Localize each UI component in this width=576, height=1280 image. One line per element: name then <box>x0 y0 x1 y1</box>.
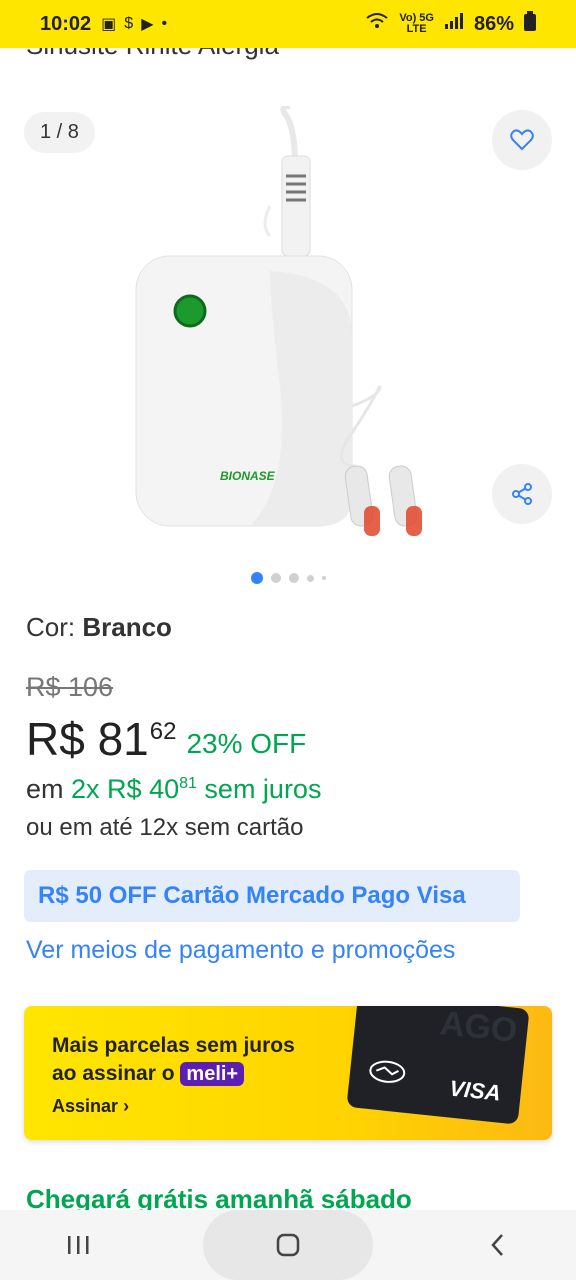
share-button[interactable] <box>492 464 552 524</box>
back-icon <box>491 1234 504 1256</box>
meli-plus-text: Mais parcelas sem juros ao assinar o mel… <box>52 1034 295 1086</box>
color-selector: Cor: Branco <box>26 612 172 643</box>
chevron-right-icon: › <box>123 1096 130 1116</box>
current-price: R$ 81 62 23% OFF <box>26 712 306 766</box>
installments: em 2x R$ 4081 sem juros <box>26 774 322 804</box>
system-nav-bar <box>0 1210 576 1280</box>
pagination-dot[interactable] <box>288 573 299 583</box>
share-icon <box>512 483 532 505</box>
original-price: R$ 106 <box>26 672 114 702</box>
recent-apps-icon <box>67 1236 89 1254</box>
recent-apps-button[interactable] <box>48 1215 108 1275</box>
product-image[interactable]: BIONASE <box>120 106 460 546</box>
heart-icon <box>510 129 534 151</box>
gallery-pagination <box>0 572 576 584</box>
battery-icon <box>524 11 536 37</box>
price-cents: 62 <box>149 718 177 745</box>
card-promo-banner[interactable]: R$ 50 OFF Cartão Mercado Pago Visa <box>24 870 520 922</box>
home-button[interactable] <box>202 1210 373 1280</box>
gallery-counter: 1 / 8 <box>24 112 95 153</box>
price-whole: R$ 81 <box>26 713 149 765</box>
wifi-icon <box>365 12 389 36</box>
status-bar: 10:02 ▣ $ ▶ • Vo) 5G LTE 86% <box>0 0 576 48</box>
visa-logo: VISA <box>448 1075 502 1106</box>
battery-level: 86% <box>473 12 514 35</box>
youtube-notification-icon: ▶ <box>141 16 154 33</box>
status-time: 10:02 <box>40 12 92 35</box>
home-icon <box>276 1233 300 1257</box>
color-label: Cor: <box>26 612 76 642</box>
signal-icon <box>444 12 464 36</box>
pagination-dot[interactable] <box>250 572 263 584</box>
image-gallery[interactable]: 1 / 8 BIONASE <box>0 96 576 596</box>
visa-card-image: AGO VISA <box>346 1006 530 1125</box>
shop-notification-icon: $ <box>124 15 134 32</box>
device-brand-label: BIONASE <box>220 469 276 483</box>
back-button[interactable] <box>468 1215 528 1275</box>
meli-plus-banner[interactable]: AGO VISA Mais parcelas sem juros ao assi… <box>24 1006 552 1140</box>
color-value: Branco <box>82 612 172 642</box>
more-notifications-icon: • <box>161 15 168 32</box>
gallery-notification-icon: ▣ <box>101 16 117 33</box>
network-type: Vo) 5G LTE <box>399 12 434 35</box>
pagination-dot[interactable] <box>270 573 281 583</box>
subscribe-link[interactable]: Assinar › <box>52 1096 129 1117</box>
pagination-dot[interactable] <box>321 576 326 580</box>
favorite-button[interactable] <box>492 110 552 170</box>
installments-value: 2x R$ 4081 sem juros <box>71 774 322 804</box>
pagination-dot[interactable] <box>306 574 314 582</box>
payment-methods-link[interactable]: Ver meios de pagamento e promoções <box>26 936 455 965</box>
handshake-icon <box>367 1058 408 1091</box>
meli-plus-badge: meli+ <box>180 1062 245 1086</box>
discount-badge: 23% OFF <box>186 728 307 759</box>
alt-installments: ou em até 12x sem cartão <box>26 814 304 841</box>
